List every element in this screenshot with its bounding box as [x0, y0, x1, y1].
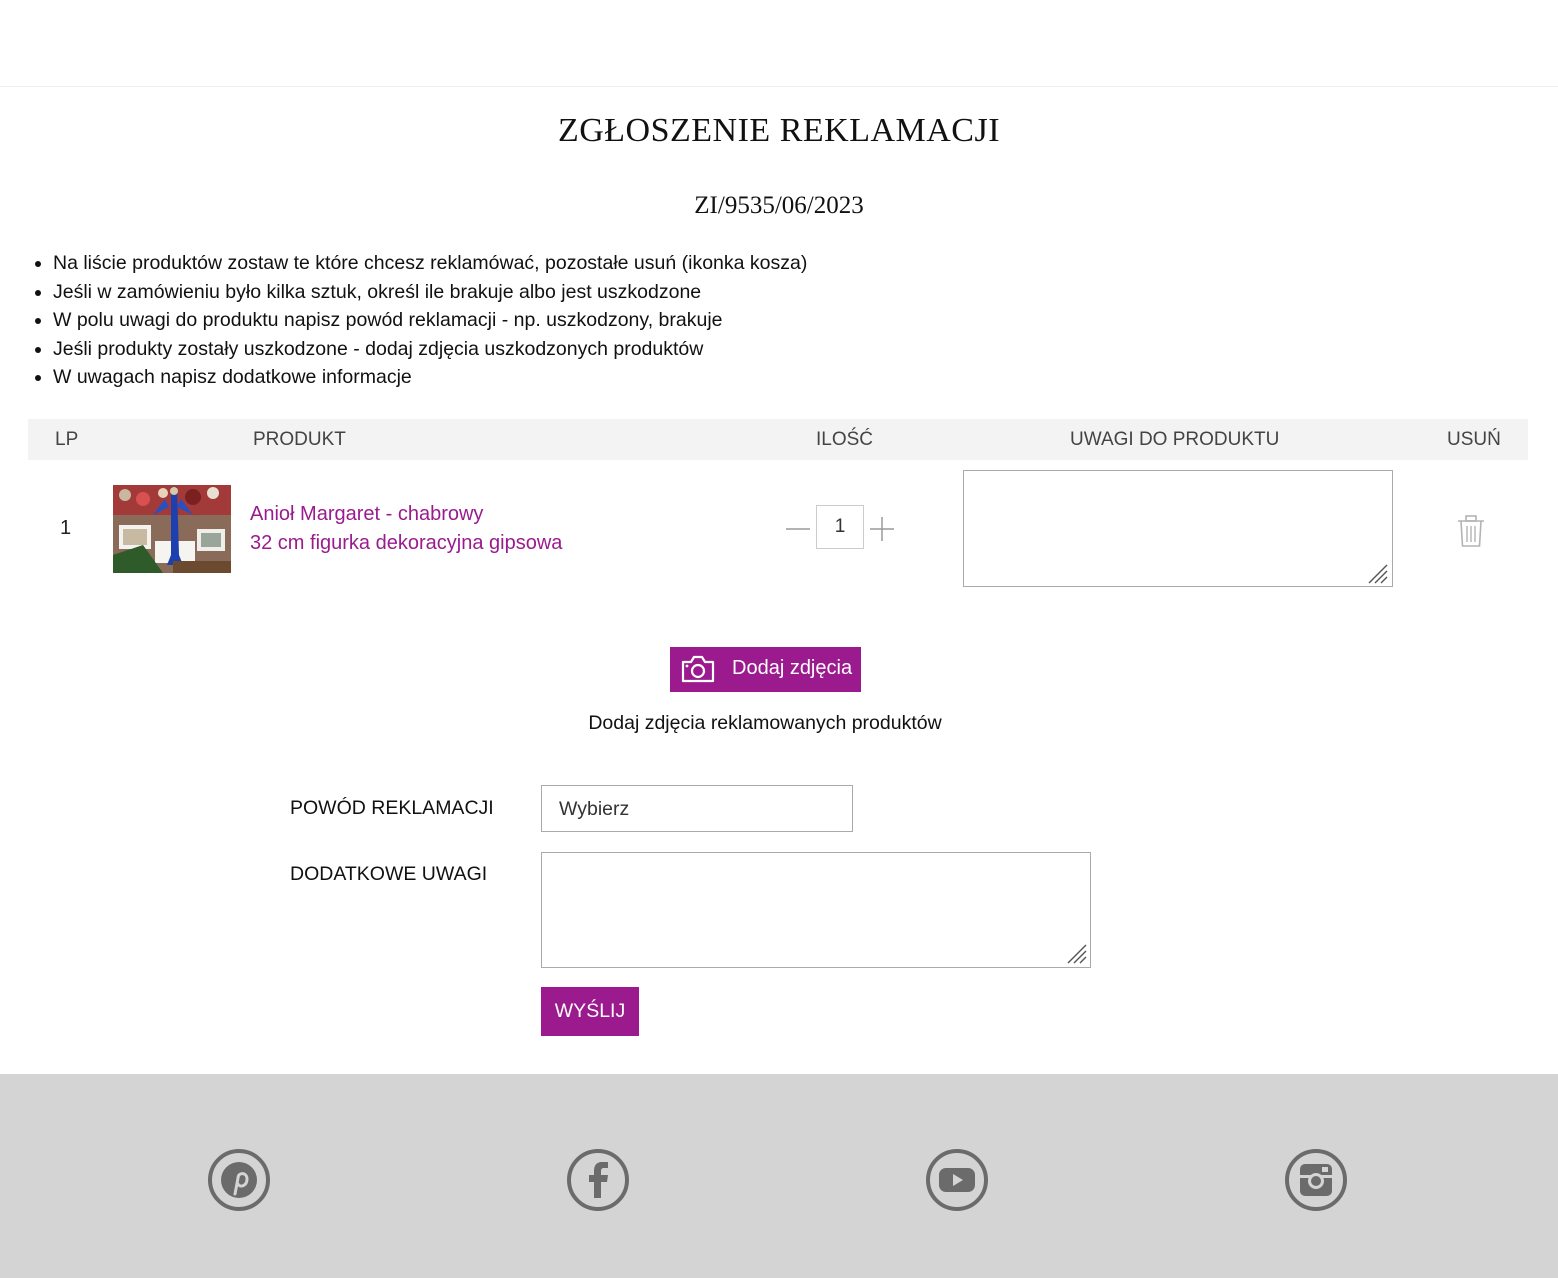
product-name-link[interactable]: Anioł Margaret - chabrowy 32 cm figurka … — [250, 500, 562, 557]
header-product: PRODUKT — [253, 429, 346, 450]
complaint-reason-select[interactable]: Wybierz — [541, 785, 853, 832]
complaint-reason-value: Wybierz — [559, 798, 630, 820]
footer — [0, 1074, 1558, 1278]
products-table-header: LP PRODUKT ILOŚĆ UWAGI DO PRODUKTU USUŃ — [28, 419, 1528, 460]
instagram-icon[interactable] — [1284, 1148, 1348, 1212]
plus-icon[interactable] — [869, 516, 895, 542]
instructions-list: Na liście produktów zostaw te które chce… — [53, 249, 807, 392]
quantity-input[interactable] — [816, 505, 864, 549]
product-notes-textarea[interactable] — [963, 470, 1393, 587]
facebook-icon[interactable] — [566, 1148, 630, 1212]
submit-button[interactable]: WYŚLIJ — [541, 987, 639, 1036]
instruction-item: W uwagach napisz dodatkowe informacje — [53, 363, 807, 392]
youtube-icon[interactable] — [925, 1148, 989, 1212]
page-title: ZGŁOSZENIE REKLAMACJI — [557, 112, 1001, 149]
camera-icon — [681, 655, 715, 683]
table-row: 1 Anioł Margaret - chabrowy 32 cm figurk… — [28, 460, 1528, 600]
trash-icon[interactable] — [1456, 514, 1486, 548]
add-photos-button[interactable]: Dodaj zdjęcia — [670, 647, 861, 692]
product-name: Anioł Margaret - chabrowy — [250, 503, 484, 525]
header-product-notes: UWAGI DO PRODUKTU — [1070, 429, 1280, 450]
pinterest-icon[interactable] — [207, 1148, 271, 1212]
minus-icon[interactable] — [785, 516, 811, 542]
header-lp: LP — [55, 429, 79, 450]
instruction-item: Jeśli w zamówieniu było kilka sztuk, okr… — [53, 278, 807, 307]
top-header-bar — [0, 0, 1558, 87]
instruction-item: Jeśli produkty zostały uszkodzone - doda… — [53, 335, 807, 364]
row-number: 1 — [60, 517, 72, 539]
product-description: 32 cm figurka dekoracyjna gipsowa — [250, 531, 563, 554]
additional-notes-label: DODATKOWE UWAGI — [290, 863, 488, 885]
order-number: ZI/9535/06/2023 — [694, 192, 864, 219]
header-remove: USUŃ — [1447, 429, 1501, 450]
complaint-reason-label: POWÓD REKLAMACJI — [290, 797, 494, 819]
instruction-item: Na liście produktów zostaw te które chce… — [53, 249, 807, 278]
product-thumbnail[interactable] — [113, 485, 231, 573]
add-photos-label: Dodaj zdjęcia — [732, 657, 853, 679]
header-quantity: ILOŚĆ — [816, 429, 874, 450]
additional-notes-textarea[interactable] — [541, 852, 1091, 968]
instruction-item: W polu uwagi do produktu napisz powód re… — [53, 306, 807, 335]
add-photos-hint: Dodaj zdjęcia reklamowanych produktów — [588, 712, 942, 734]
